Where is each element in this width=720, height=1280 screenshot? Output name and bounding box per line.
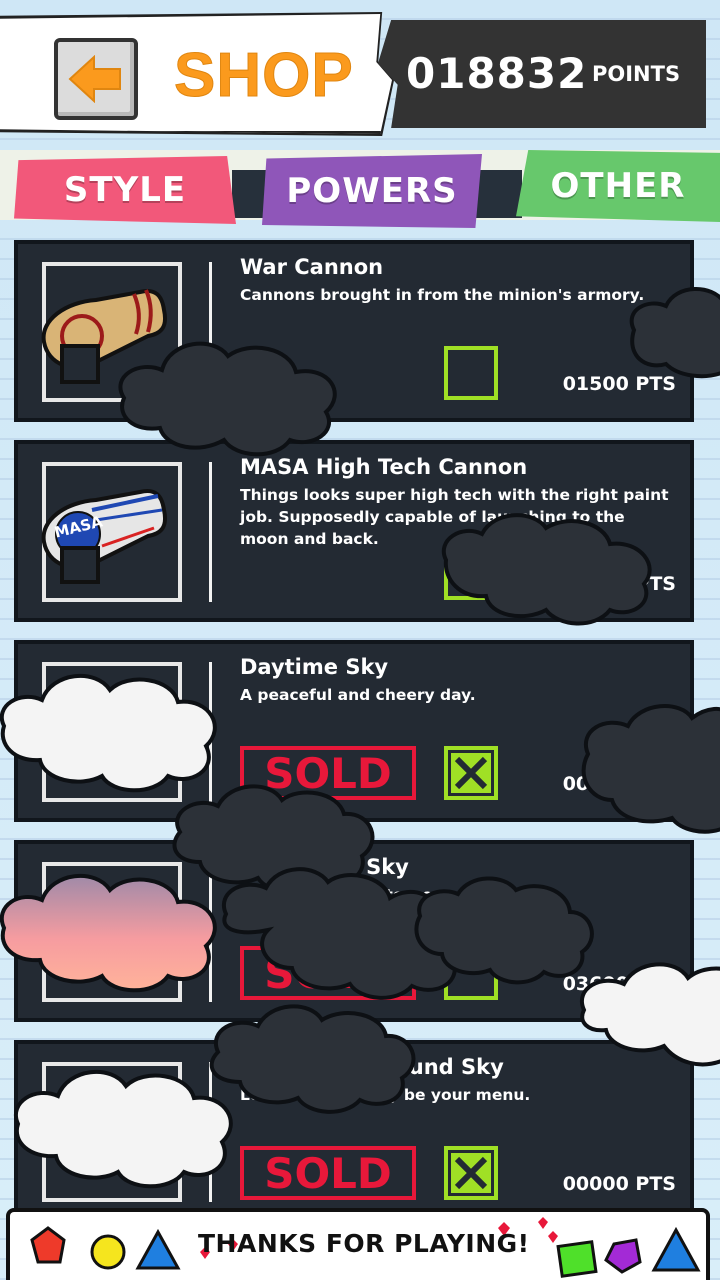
back-button[interactable]	[54, 38, 138, 120]
equip-checkbox[interactable]	[444, 946, 498, 1000]
equip-checkbox[interactable]	[444, 1146, 498, 1200]
footer-text: THANKS FOR PLAYING!	[198, 1229, 530, 1258]
item-price: 01500 PTS	[562, 373, 676, 395]
equip-checkbox[interactable]	[444, 546, 498, 600]
points-value: 018832	[406, 49, 588, 98]
item-divider	[209, 1062, 212, 1202]
item-divider	[209, 262, 212, 402]
item-thumbnail	[42, 1062, 182, 1202]
item-description: Things looks super high tech with the ri…	[240, 486, 669, 548]
item-thumbnail: MASA	[41, 462, 182, 602]
item-price: 03600 PTS	[562, 973, 676, 995]
arrow-left-icon	[68, 55, 121, 103]
item-name: MASA High Tech Cannon	[240, 455, 528, 479]
points-label: POINTS	[592, 62, 681, 86]
item-thumbnail	[42, 862, 182, 1002]
shop-item-card[interactable]: Menu Background Sky Let the gentle sky b…	[14, 1040, 694, 1222]
sold-badge: SOLD	[240, 1146, 416, 1200]
item-name: War Cannon	[240, 255, 384, 279]
check-x-icon	[451, 753, 491, 793]
tab-style[interactable]: STYLE	[14, 156, 236, 224]
item-price: 06200 PTS	[562, 573, 676, 595]
equip-checkbox[interactable]	[444, 746, 498, 800]
item-name: Afternoon Sky	[240, 855, 409, 879]
shop-item-list[interactable]: War Cannon Cannons brought in from the m…	[0, 236, 720, 1222]
shop-item-card[interactable]: Daytime Sky A peaceful and cheery day. S…	[14, 640, 694, 822]
item-divider	[209, 662, 212, 802]
item-divider	[209, 862, 212, 1002]
shop-item-card[interactable]: War Cannon Cannons brought in from the m…	[14, 240, 694, 422]
equip-checkbox[interactable]	[444, 346, 498, 400]
sold-badge: SOLD	[240, 746, 416, 800]
item-thumbnail	[42, 662, 182, 802]
shop-header: SHOP 018832 POINTS	[0, 0, 720, 150]
tab-powers[interactable]: POWERS	[262, 154, 482, 228]
page-title: SHOP	[174, 41, 354, 111]
item-description: A calm breezy afternoon.	[240, 886, 461, 904]
item-price: 00000 PTS	[562, 773, 676, 795]
item-divider	[209, 462, 212, 602]
tab-other[interactable]: OTHER	[516, 150, 720, 222]
item-thumbnail	[41, 262, 182, 402]
shop-item-card[interactable]: MASA MASA High Tech Cannon Things looks …	[14, 440, 694, 622]
item-description: Cannons brought in from the minion's arm…	[240, 286, 645, 304]
shop-item-card[interactable]: Afternoon Sky A calm breezy afternoon. S…	[14, 840, 694, 1022]
item-name: Daytime Sky	[240, 655, 389, 679]
item-description: Let the gentle sky be your menu.	[240, 1086, 531, 1104]
item-price: 00000 PTS	[562, 1173, 676, 1195]
item-name: Menu Background Sky	[240, 1055, 504, 1079]
check-x-icon	[451, 1153, 491, 1193]
item-description: A peaceful and cheery day.	[240, 686, 476, 704]
sold-badge: SOLD	[240, 946, 416, 1000]
war-cannon-icon	[41, 289, 167, 384]
